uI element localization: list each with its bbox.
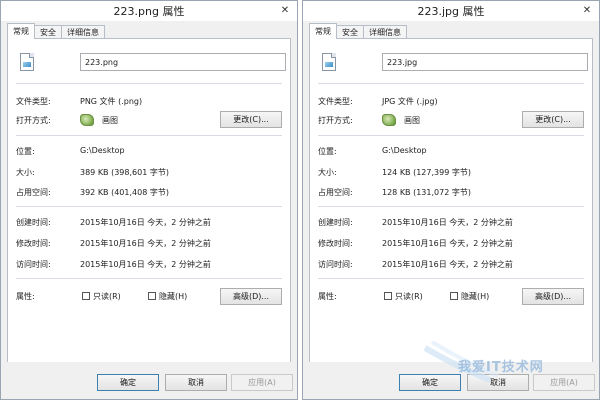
- screenshot: 223.png 属性 ✕ 常规 安全 详细信息 文件类型: PNG 文件 (.p…: [0, 0, 600, 400]
- properties-dialog-jpg: 223.jpg 属性 ✕ 常规 安全 详细信息 文件类型: JPG 文件 (.j…: [302, 0, 600, 400]
- divider: [318, 135, 584, 136]
- accessed-label: 访问时间:: [16, 260, 51, 269]
- ok-button[interactable]: 确定: [97, 374, 159, 391]
- file-type-value: PNG 文件 (.png): [80, 97, 143, 106]
- advanced-button[interactable]: 高级(D)...: [220, 288, 282, 305]
- modified-label: 修改时间:: [318, 239, 353, 248]
- title-bar: 223.jpg 属性 ✕: [303, 1, 599, 21]
- divider: [318, 278, 584, 279]
- modified-label: 修改时间:: [16, 239, 51, 248]
- open-with-app: 画图: [102, 116, 118, 125]
- size-on-disk-value: 392 KB (401,408 字节): [80, 188, 169, 197]
- tab-strip: 常规 安全 详细信息: [7, 23, 105, 39]
- modified-value: 2015年10月16日 今天，2 分钟之前: [80, 239, 211, 248]
- size-label: 大小:: [16, 168, 35, 177]
- readonly-checkbox[interactable]: [384, 292, 392, 300]
- dialog-footer: 确定 取消 应用(A): [1, 362, 297, 399]
- file-type-label: 文件类型:: [318, 97, 353, 106]
- filename-input[interactable]: [382, 53, 588, 71]
- hidden-label: 隐藏(H): [461, 292, 490, 301]
- advanced-button[interactable]: 高级(D)...: [522, 288, 584, 305]
- general-panel: 文件类型: PNG 文件 (.png) 打开方式: 画图 更改(C)... 位置…: [7, 38, 291, 364]
- file-type-value: JPG 文件 (.jpg): [382, 97, 438, 106]
- divider: [318, 206, 584, 207]
- size-on-disk-label: 占用空间:: [318, 188, 353, 197]
- divider: [16, 83, 282, 84]
- hidden-label: 隐藏(H): [159, 292, 188, 301]
- location-label: 位置:: [318, 147, 337, 156]
- general-panel: 文件类型: JPG 文件 (.jpg) 打开方式: 画图 更改(C)... 位置…: [309, 38, 593, 364]
- size-value: 124 KB (127,399 字节): [382, 168, 471, 177]
- cancel-button[interactable]: 取消: [467, 374, 529, 391]
- tab-general[interactable]: 常规: [7, 23, 35, 39]
- created-label: 创建时间:: [16, 218, 51, 227]
- accessed-value: 2015年10月16日 今天，2 分钟之前: [382, 260, 513, 269]
- title-bar: 223.png 属性 ✕: [1, 1, 297, 21]
- tab-general[interactable]: 常规: [309, 23, 337, 39]
- location-value: G:\Desktop: [80, 146, 125, 155]
- attributes-label: 属性:: [16, 292, 35, 301]
- open-with-app: 画图: [404, 116, 420, 125]
- location-label: 位置:: [16, 147, 35, 156]
- hidden-checkbox[interactable]: [148, 292, 156, 300]
- dialog-title: 223.jpg 属性: [417, 5, 485, 18]
- open-with-label: 打开方式:: [16, 116, 51, 125]
- tab-details[interactable]: 详细信息: [61, 25, 105, 39]
- filename-input[interactable]: [80, 53, 286, 71]
- readonly-label: 只读(R): [395, 292, 423, 301]
- divider: [318, 83, 584, 84]
- size-value: 389 KB (398,601 字节): [80, 168, 169, 177]
- tab-strip: 常规 安全 详细信息: [309, 23, 407, 39]
- attributes-label: 属性:: [318, 292, 337, 301]
- apply-button[interactable]: 应用(A): [231, 374, 293, 391]
- accessed-value: 2015年10月16日 今天，2 分钟之前: [80, 260, 211, 269]
- dialog-footer: 确定 取消 应用(A): [303, 362, 599, 399]
- readonly-checkbox[interactable]: [82, 292, 90, 300]
- change-button[interactable]: 更改(C)...: [522, 111, 584, 128]
- created-label: 创建时间:: [318, 218, 353, 227]
- tab-details[interactable]: 详细信息: [363, 25, 407, 39]
- dialog-title: 223.png 属性: [113, 5, 185, 18]
- tab-security[interactable]: 安全: [34, 25, 62, 39]
- change-button[interactable]: 更改(C)...: [220, 111, 282, 128]
- hidden-checkbox[interactable]: [450, 292, 458, 300]
- paint-app-icon: [382, 114, 396, 126]
- file-type-label: 文件类型:: [16, 97, 51, 106]
- readonly-label: 只读(R): [93, 292, 121, 301]
- close-icon[interactable]: ✕: [279, 5, 291, 17]
- location-value: G:\Desktop: [382, 146, 427, 155]
- divider: [16, 278, 282, 279]
- cancel-button[interactable]: 取消: [165, 374, 227, 391]
- properties-dialog-png: 223.png 属性 ✕ 常规 安全 详细信息 文件类型: PNG 文件 (.p…: [0, 0, 298, 400]
- divider: [16, 135, 282, 136]
- created-value: 2015年10月16日 今天，2 分钟之前: [382, 218, 513, 227]
- close-icon[interactable]: ✕: [581, 5, 593, 17]
- image-file-icon: [322, 53, 336, 71]
- accessed-label: 访问时间:: [318, 260, 353, 269]
- size-label: 大小:: [318, 168, 337, 177]
- size-on-disk-label: 占用空间:: [16, 188, 51, 197]
- size-on-disk-value: 128 KB (131,072 字节): [382, 188, 471, 197]
- paint-app-icon: [80, 114, 94, 126]
- ok-button[interactable]: 确定: [399, 374, 461, 391]
- open-with-label: 打开方式:: [318, 116, 353, 125]
- image-file-icon: [20, 53, 34, 71]
- created-value: 2015年10月16日 今天，2 分钟之前: [80, 218, 211, 227]
- tab-security[interactable]: 安全: [336, 25, 364, 39]
- divider: [16, 206, 282, 207]
- modified-value: 2015年10月16日 今天，2 分钟之前: [382, 239, 513, 248]
- apply-button[interactable]: 应用(A): [533, 374, 595, 391]
